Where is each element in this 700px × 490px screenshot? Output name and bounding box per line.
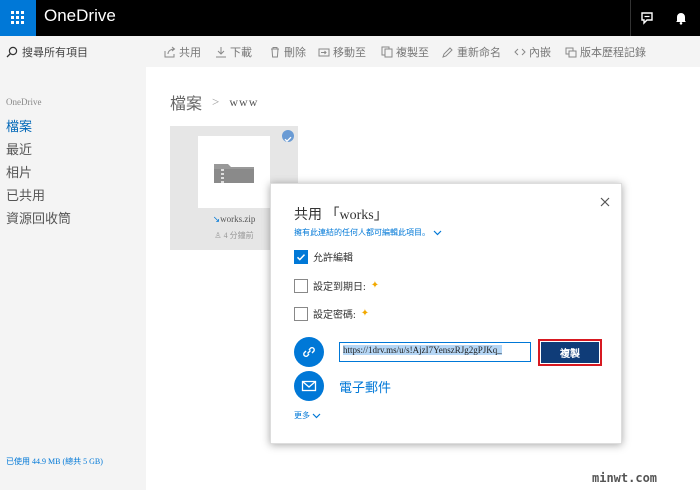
breadcrumb-root[interactable]: 檔案 bbox=[170, 90, 202, 114]
link-icon[interactable] bbox=[294, 337, 324, 367]
copy-button-highlight: 複製 bbox=[538, 339, 602, 366]
chevron-down-icon bbox=[312, 413, 321, 418]
email-option-label[interactable]: 電子郵件 bbox=[339, 377, 391, 396]
command-bar: 共用 下載 刪除 移動至 複製至 重新命名 內嵌 版本歷程記錄 bbox=[146, 36, 700, 67]
bell-icon[interactable] bbox=[666, 0, 696, 36]
close-icon[interactable] bbox=[598, 194, 612, 208]
permission-text: 擁有此連結的任何人都可編輯此項目。 bbox=[294, 228, 430, 237]
download-label: 下載 bbox=[230, 47, 252, 59]
rename-command[interactable]: 重新命名 bbox=[442, 44, 501, 60]
move-command[interactable]: 移動至 bbox=[318, 44, 366, 60]
site-watermark: minwt.com bbox=[592, 471, 658, 485]
premium-sparkle-icon: ✦ bbox=[370, 280, 380, 291]
password-option[interactable]: 設定密碼: ✦ bbox=[294, 306, 369, 321]
pencil-icon bbox=[442, 47, 453, 58]
trash-icon bbox=[271, 47, 279, 58]
checkmark-icon bbox=[296, 253, 306, 261]
password-checkbox[interactable] bbox=[294, 306, 308, 321]
app-title[interactable]: OneDrive bbox=[44, 6, 116, 26]
expiry-date-option[interactable]: 設定到期日: ✦ bbox=[294, 278, 379, 293]
allow-editing-checkbox[interactable] bbox=[294, 249, 308, 264]
more-options-toggle[interactable]: 更多 bbox=[294, 410, 321, 421]
top-bar: OneDrive bbox=[0, 0, 700, 36]
history-icon bbox=[565, 47, 577, 58]
storage-quota[interactable]: 已使用 44.9 MB (總共 5 GB) bbox=[6, 456, 103, 467]
password-label: 設定密碼: bbox=[313, 310, 356, 321]
divider bbox=[630, 0, 631, 36]
download-command[interactable]: 下載 bbox=[215, 44, 252, 60]
sidebar-section-label: OneDrive bbox=[6, 97, 42, 107]
sidebar: 搜尋所有項目 OneDrive 檔案 最近 相片 已共用 資源回收筒 已使用 4… bbox=[0, 36, 146, 490]
zip-folder-icon bbox=[214, 164, 254, 183]
copy-to-command[interactable]: 複製至 bbox=[381, 44, 429, 60]
permission-dropdown[interactable]: 擁有此連結的任何人都可編輯此項目。 bbox=[294, 227, 442, 238]
sidebar-item-files[interactable]: 檔案 bbox=[6, 116, 32, 135]
search-icon bbox=[6, 46, 18, 58]
email-icon[interactable] bbox=[294, 371, 324, 401]
search-box[interactable]: 搜尋所有項目 bbox=[6, 44, 88, 60]
move-label: 移動至 bbox=[333, 47, 366, 59]
selected-check-icon[interactable] bbox=[282, 130, 294, 143]
version-history-label: 版本歷程記錄 bbox=[580, 47, 646, 59]
sidebar-item-shared[interactable]: 已共用 bbox=[6, 185, 45, 204]
embed-command[interactable]: 內嵌 bbox=[514, 44, 551, 60]
sidebar-item-recent[interactable]: 最近 bbox=[6, 139, 32, 158]
expiry-date-checkbox[interactable] bbox=[294, 278, 308, 293]
embed-label: 內嵌 bbox=[529, 47, 551, 59]
rename-label: 重新命名 bbox=[457, 47, 501, 59]
sidebar-item-photos[interactable]: 相片 bbox=[6, 162, 32, 181]
delete-label: 刪除 bbox=[284, 47, 306, 59]
breadcrumb: 檔案 > www bbox=[170, 90, 258, 114]
delete-command[interactable]: 刪除 bbox=[269, 44, 306, 60]
version-history-command[interactable]: 版本歷程記錄 bbox=[565, 44, 646, 60]
allow-editing-option[interactable]: 允許編輯 bbox=[294, 249, 353, 264]
copy-link-button[interactable]: 複製 bbox=[541, 342, 599, 363]
code-icon bbox=[514, 48, 526, 56]
more-label: 更多 bbox=[294, 411, 310, 420]
share-command[interactable]: 共用 bbox=[164, 44, 201, 60]
waffle-icon[interactable] bbox=[0, 0, 36, 36]
sidebar-item-recycle-bin[interactable]: 資源回收筒 bbox=[6, 208, 71, 227]
expiry-date-label: 設定到期日: bbox=[313, 282, 366, 293]
breadcrumb-current: www bbox=[229, 94, 259, 109]
search-placeholder: 搜尋所有項目 bbox=[22, 47, 88, 59]
sync-arrow-icon: ↘ bbox=[212, 214, 221, 224]
share-icon bbox=[164, 46, 176, 58]
download-icon bbox=[216, 47, 226, 58]
chevron-down-icon bbox=[433, 230, 442, 235]
shared-people-icon: ♙ bbox=[214, 231, 224, 240]
dialog-title: 共用 「works」 bbox=[294, 208, 388, 223]
copy-icon bbox=[381, 46, 393, 58]
copy-to-label: 複製至 bbox=[396, 47, 429, 59]
premium-sparkle-icon: ✦ bbox=[360, 308, 370, 319]
chat-icon[interactable] bbox=[632, 0, 662, 36]
allow-editing-label: 允許編輯 bbox=[313, 253, 353, 264]
chevron-right-icon: > bbox=[212, 94, 220, 109]
move-icon bbox=[318, 48, 330, 57]
share-label: 共用 bbox=[179, 47, 201, 59]
share-link-field[interactable]: https://1drv.ms/u/s!AjzI7YenszRJg2gPJKq_ bbox=[339, 342, 531, 362]
share-dialog: 共用 「works」 擁有此連結的任何人都可編輯此項目。 允許編輯 設定到期日:… bbox=[270, 183, 622, 444]
file-thumbnail bbox=[198, 136, 270, 208]
